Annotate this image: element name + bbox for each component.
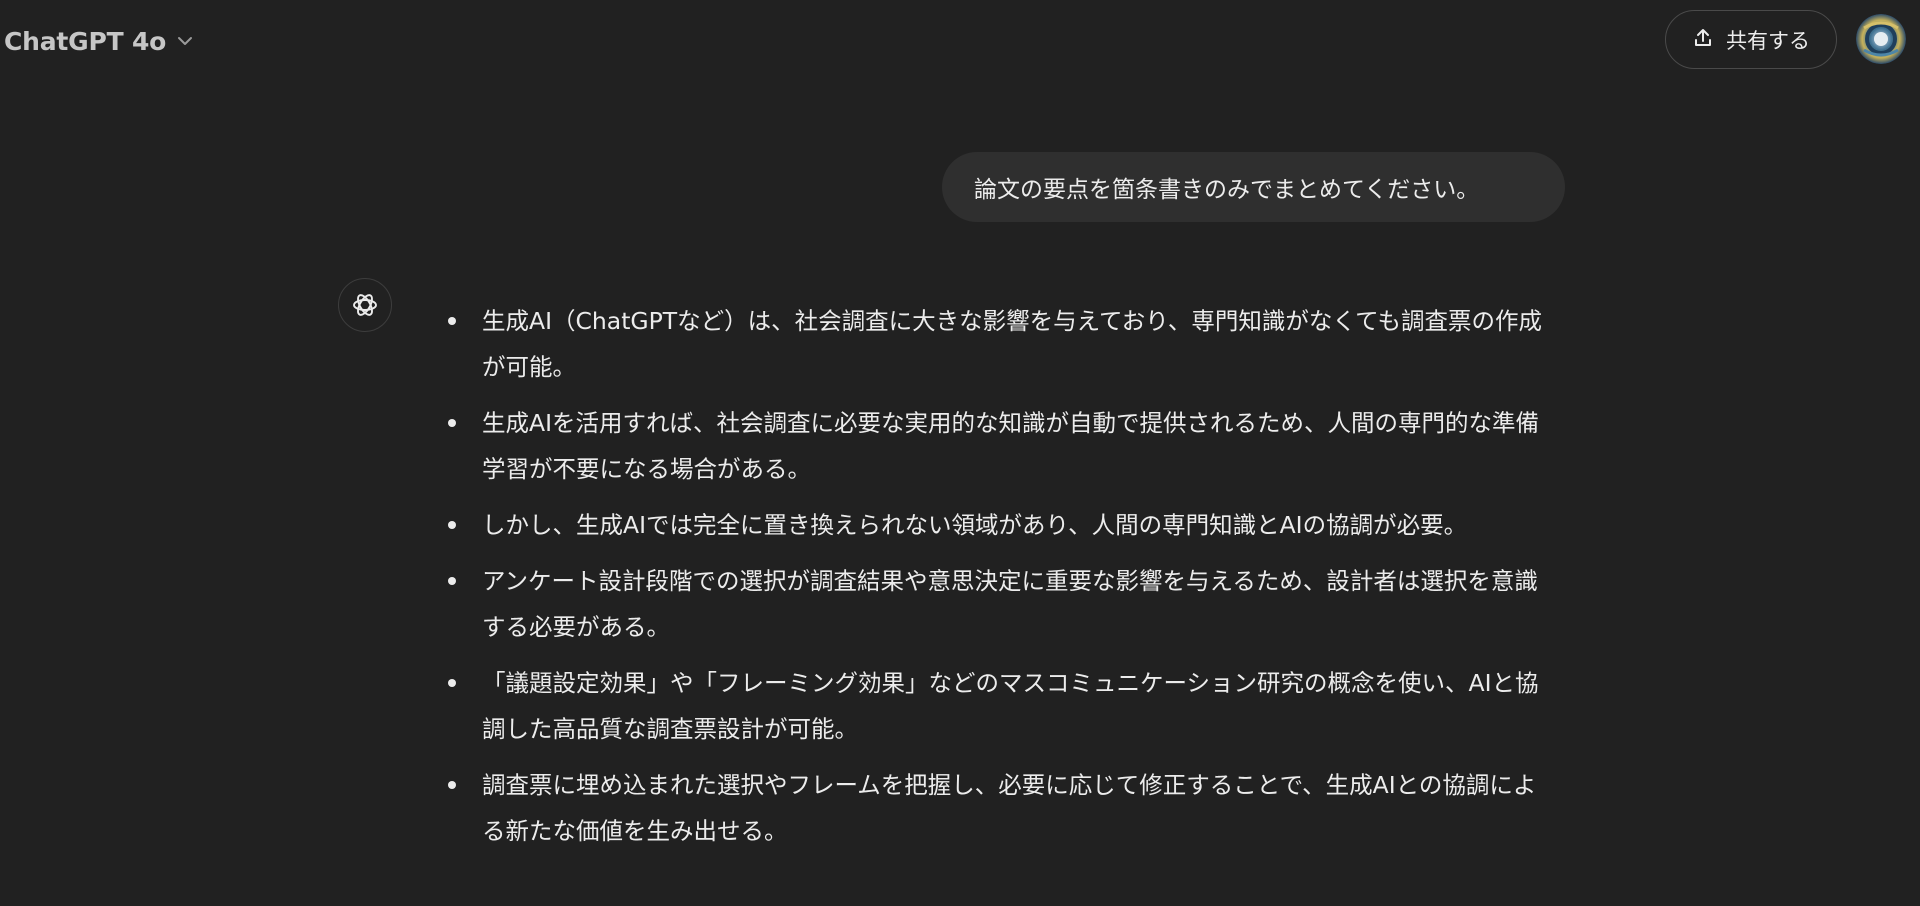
share-upload-icon — [1692, 27, 1714, 53]
user-message-text: 論文の要点を箇条書きのみでまとめてください。 — [974, 177, 1480, 203]
openai-logo-icon — [338, 278, 392, 332]
bullet-icon — [448, 781, 456, 789]
top-bar: ChatGPT 4o 共有する — [0, 0, 1920, 80]
list-item: しかし、生成AIでは完全に置き換えられない領域があり、人間の専門知識とAIの協調… — [448, 502, 1558, 548]
model-name: ChatGPT 4o — [4, 26, 167, 56]
list-item-text: 「議題設定効果」や「フレーミング効果」などのマスコミュニケーション研究の概念を使… — [482, 669, 1539, 743]
assistant-answer-list: 生成AI（ChatGPTなど）は、社会調査に大きな影響を与えており、専門知識がな… — [448, 298, 1558, 864]
share-label: 共有する — [1726, 28, 1810, 53]
list-item: 生成AIを活用すれば、社会調査に必要な実用的な知識が自動で提供されるため、人間の… — [448, 400, 1558, 492]
bullet-icon — [448, 419, 456, 427]
bullet-icon — [448, 679, 456, 687]
bullet-icon — [448, 317, 456, 325]
list-item-text: 調査票に埋め込まれた選択やフレームを把握し、必要に応じて修正することで、生成AI… — [482, 771, 1537, 845]
bullet-icon — [448, 521, 456, 529]
list-item: 生成AI（ChatGPTなど）は、社会調査に大きな影響を与えており、専門知識がな… — [448, 298, 1558, 390]
user-message-bubble: 論文の要点を箇条書きのみでまとめてください。 — [942, 152, 1565, 222]
list-item-text: アンケート設計段階での選択が調査結果や意思決定に重要な影響を与えるため、設計者は… — [482, 567, 1538, 641]
list-item-text: 生成AI（ChatGPTなど）は、社会調査に大きな影響を与えており、専門知識がな… — [482, 307, 1542, 381]
list-item-text: 生成AIを活用すれば、社会調査に必要な実用的な知識が自動で提供されるため、人間の… — [482, 409, 1540, 483]
avatar[interactable] — [1856, 14, 1906, 64]
list-item-text: しかし、生成AIでは完全に置き換えられない領域があり、人間の専門知識とAIの協調… — [482, 511, 1468, 539]
share-button[interactable]: 共有する — [1665, 10, 1837, 69]
list-item: アンケート設計段階での選択が調査結果や意思決定に重要な影響を与えるため、設計者は… — [448, 558, 1558, 650]
list-item: 調査票に埋め込まれた選択やフレームを把握し、必要に応じて修正することで、生成AI… — [448, 762, 1558, 854]
bullet-icon — [448, 577, 456, 585]
model-selector[interactable]: ChatGPT 4o — [4, 22, 194, 60]
chevron-down-icon — [176, 32, 194, 50]
list-item: 「議題設定効果」や「フレーミング効果」などのマスコミュニケーション研究の概念を使… — [448, 660, 1558, 752]
